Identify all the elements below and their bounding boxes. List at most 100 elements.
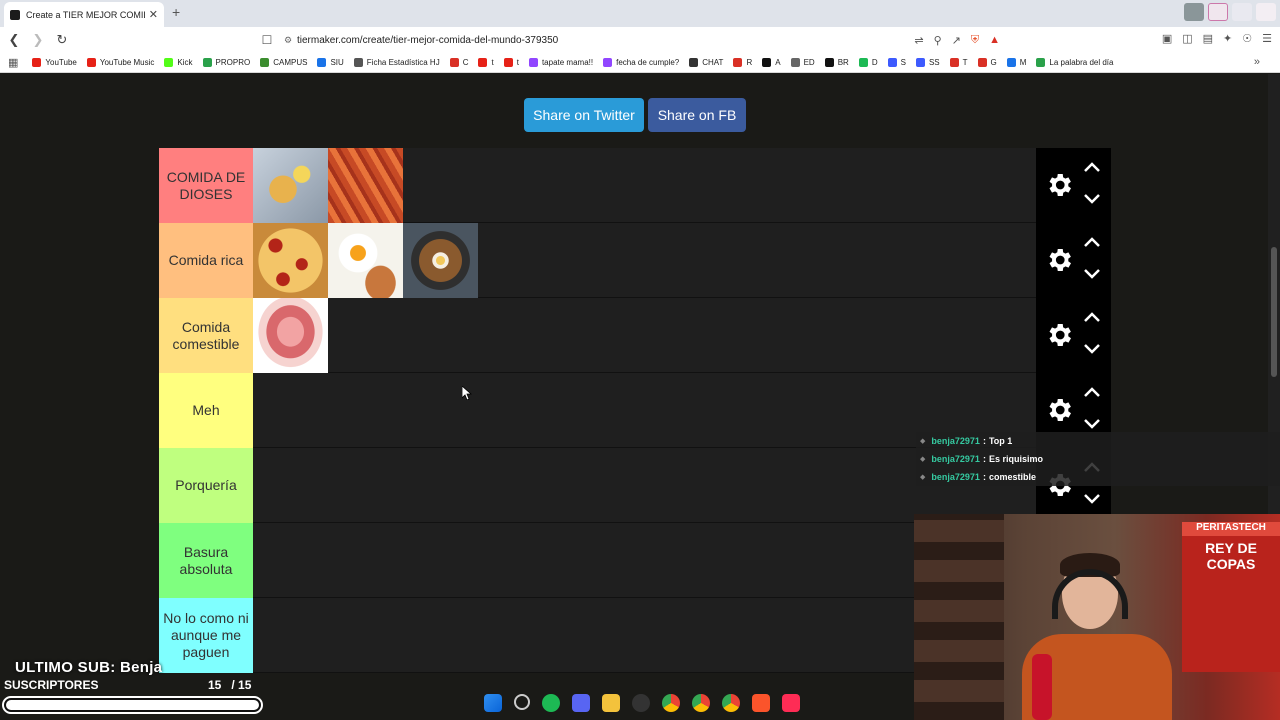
bookmark-item[interactable]: CHAT xyxy=(689,58,723,67)
bookmark-item[interactable]: YouTube Music xyxy=(86,58,154,67)
bookmark-favicon-icon xyxy=(824,58,834,67)
bookmark-item[interactable]: CAMPUS xyxy=(260,58,307,67)
bookmark-item[interactable]: t xyxy=(503,58,519,67)
back-icon[interactable]: ❮ xyxy=(4,32,24,48)
food-pasta-image[interactable] xyxy=(328,148,403,223)
obs-icon[interactable] xyxy=(632,694,650,712)
translate-icon[interactable]: ⇌ xyxy=(914,34,923,47)
tiktok-icon[interactable] xyxy=(782,694,800,712)
chrome-icon[interactable] xyxy=(662,694,680,712)
bookmark-item[interactable]: BR xyxy=(824,58,849,67)
food-pizza-image[interactable] xyxy=(253,223,328,298)
zoom-icon[interactable]: ⚲ xyxy=(934,34,942,47)
share-on-fb-button[interactable]: Share on FB xyxy=(648,98,746,132)
reload-icon[interactable]: ↻ xyxy=(52,32,72,48)
food-jamon-image[interactable] xyxy=(253,298,328,373)
tier-controls xyxy=(1036,298,1111,373)
wallet-icon[interactable]: ▣ xyxy=(1162,32,1172,45)
tier-label[interactable]: No lo como ni aunque me paguen xyxy=(159,598,253,673)
menu-icon[interactable]: ☰ xyxy=(1262,32,1272,45)
spotify-icon[interactable] xyxy=(542,694,560,712)
tier-label[interactable]: Comida comestible xyxy=(159,298,253,373)
bookmarks-overflow-icon[interactable]: » xyxy=(1254,56,1260,68)
chrome-profile-icon[interactable] xyxy=(692,694,710,712)
move-tier-up-icon[interactable] xyxy=(1083,160,1101,174)
window-controls xyxy=(1184,3,1276,21)
rewards-icon[interactable]: ▲ xyxy=(989,34,1000,47)
food-eggs-image[interactable] xyxy=(328,223,403,298)
move-tier-down-icon[interactable] xyxy=(1083,267,1101,281)
brave-shield-icon[interactable]: ⛨ xyxy=(971,34,979,47)
search-icon[interactable] xyxy=(514,694,530,710)
bookmark-item[interactable]: S xyxy=(887,58,906,67)
maximize-icon[interactable] xyxy=(1256,3,1276,21)
move-tier-up-icon[interactable] xyxy=(1083,310,1101,324)
new-tab-button[interactable]: + xyxy=(172,4,180,20)
bookmark-item[interactable]: G xyxy=(977,58,997,67)
apps-icon[interactable]: ▦ xyxy=(8,56,18,69)
tier-items-dropzone[interactable] xyxy=(253,298,328,373)
url-text[interactable]: tiermaker.com/create/tier-mejor-comida-d… xyxy=(297,35,914,46)
tier-label[interactable]: COMIDA DE DIOSES xyxy=(159,148,253,223)
move-tier-down-icon[interactable] xyxy=(1083,342,1101,356)
tier-settings-gear-icon[interactable] xyxy=(1044,245,1074,275)
bookmark-item[interactable]: C xyxy=(449,58,468,67)
bookmark-item[interactable]: T xyxy=(949,58,968,67)
windows-start-icon[interactable] xyxy=(484,694,502,712)
bookmark-item[interactable]: La palabra del día xyxy=(1036,58,1113,67)
bookmark-item[interactable]: Ficha Estadística HJ xyxy=(353,58,440,67)
food-milanesa-image[interactable] xyxy=(253,148,328,223)
share-icon[interactable]: ↗ xyxy=(952,34,961,47)
tier-label[interactable]: Porquería xyxy=(159,448,253,523)
bookmark-item[interactable]: A xyxy=(762,58,781,67)
food-ramen-image[interactable] xyxy=(403,223,478,298)
bookmark-item[interactable]: PROPRO xyxy=(202,58,250,67)
bookmark-item[interactable]: R xyxy=(733,58,752,67)
tier-settings-gear-icon[interactable] xyxy=(1044,320,1074,350)
browser-tab[interactable]: Create a TIER MEJOR COMIDA D ✕ xyxy=(4,2,164,27)
tier-label[interactable]: Comida rica xyxy=(159,223,253,298)
reading-list-icon[interactable]: ▤ xyxy=(1203,32,1213,45)
brave-icon[interactable] xyxy=(752,694,770,712)
vpn-icon[interactable]: ☉ xyxy=(1242,32,1252,45)
extension-icon[interactable] xyxy=(1208,3,1228,21)
bookmark-item[interactable]: fecha de cumple? xyxy=(603,58,679,67)
tier-items-dropzone[interactable] xyxy=(253,223,478,298)
tier-label[interactable]: Meh xyxy=(159,373,253,448)
sidebar-icon[interactable]: ◫ xyxy=(1182,32,1192,45)
chat-message: ◆ benja72971: Top 1 xyxy=(916,432,1280,450)
share-on-twitter-button[interactable]: Share on Twitter xyxy=(524,98,644,132)
move-tier-up-icon[interactable] xyxy=(1083,385,1101,399)
site-info-icon[interactable]: ⚙ xyxy=(279,35,297,46)
profile-icon[interactable] xyxy=(1184,3,1204,21)
move-tier-up-icon[interactable] xyxy=(1083,235,1101,249)
bookmark-label: La palabra del día xyxy=(1049,58,1114,67)
close-tab-icon[interactable]: ✕ xyxy=(149,8,158,21)
forward-icon[interactable]: ❯ xyxy=(28,32,48,48)
bookmark-item[interactable]: M xyxy=(1006,58,1026,67)
minimize-icon[interactable] xyxy=(1232,3,1252,21)
leo-icon[interactable]: ✦ xyxy=(1223,32,1232,45)
tier-label[interactable]: Basura absoluta xyxy=(159,523,253,598)
chat-separator: : xyxy=(982,436,986,446)
chrome-profile-2-icon[interactable] xyxy=(722,694,740,712)
move-tier-down-icon[interactable] xyxy=(1083,417,1101,431)
bookmark-item[interactable]: YouTube xyxy=(32,58,77,67)
move-tier-down-icon[interactable] xyxy=(1083,492,1101,506)
url-box[interactable]: ☐ ⚙ tiermaker.com/create/tier-mejor-comi… xyxy=(255,30,1000,50)
bookmark-item[interactable]: ED xyxy=(790,58,815,67)
discord-icon[interactable] xyxy=(572,694,590,712)
bookmark-item[interactable]: SIU xyxy=(317,58,344,67)
move-tier-down-icon[interactable] xyxy=(1083,192,1101,206)
bookmark-item[interactable]: SS xyxy=(915,58,940,67)
bookmark-item[interactable]: Kick xyxy=(164,58,193,67)
tier-settings-gear-icon[interactable] xyxy=(1044,170,1074,200)
file-explorer-icon[interactable] xyxy=(602,694,620,712)
tier-settings-gear-icon[interactable] xyxy=(1044,395,1074,425)
bookmark-item[interactable]: D xyxy=(858,58,878,67)
bookmark-icon[interactable]: ☐ xyxy=(255,33,279,47)
bookmark-item[interactable]: t xyxy=(478,58,494,67)
scrollbar-thumb[interactable] xyxy=(1271,247,1277,377)
bookmark-item[interactable]: tapate mama!! xyxy=(528,58,593,67)
tier-items-dropzone[interactable] xyxy=(253,148,403,223)
